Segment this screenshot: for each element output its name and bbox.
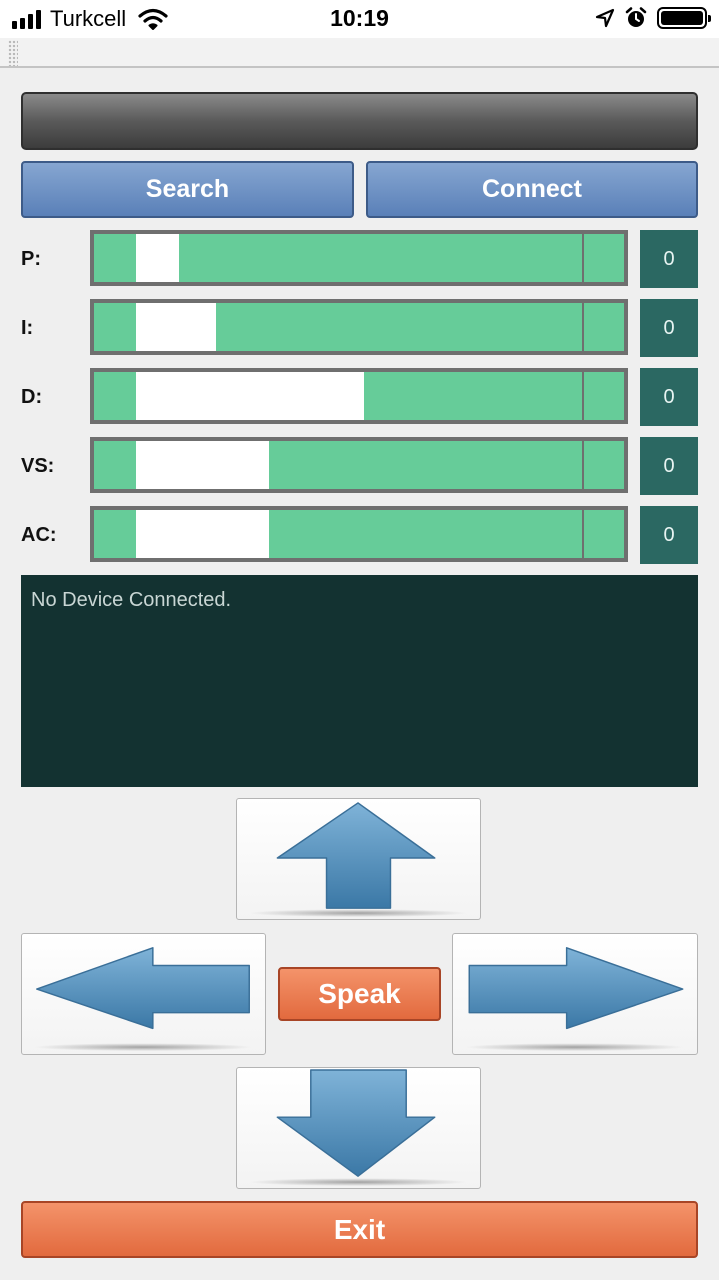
slider-i[interactable] [90,299,628,355]
slider-end-marker [582,510,584,558]
slider-end-marker [582,372,584,420]
slider-end-marker [582,303,584,351]
down-arrow-icon [249,1069,467,1187]
left-arrow-icon [34,947,252,1052]
connect-button[interactable]: Connect [366,161,698,218]
speak-button[interactable]: Speak [278,967,441,1021]
device-display [21,92,698,150]
up-arrow-icon [249,802,467,918]
value-box-d: 0 [640,368,698,426]
value-box-ac: 0 [640,506,698,564]
value-box-vs: 0 [640,437,698,495]
slider-thumb-i[interactable] [136,303,216,351]
slider-end-marker [582,441,584,489]
slider-vs[interactable] [90,437,628,493]
right-arrow-icon [466,947,684,1052]
drag-handle-icon[interactable] [8,40,18,66]
slider-thumb-d[interactable] [136,372,365,420]
location-arrow-icon [595,8,615,28]
slider-end-marker [582,234,584,282]
slider-thumb-p[interactable] [136,234,179,282]
slider-thumb-vs[interactable] [136,441,269,489]
title-bar [0,38,719,68]
slider-d[interactable] [90,368,628,424]
left-button[interactable] [21,933,266,1055]
battery-icon [657,7,711,29]
value-box-i: 0 [640,299,698,357]
slider-ac[interactable] [90,506,628,562]
slider-label-i: I: [21,317,34,339]
search-button[interactable]: Search [21,161,354,218]
alarm-clock-icon [625,7,647,27]
slider-label-d: D: [21,386,43,408]
slider-label-ac: AC: [21,524,57,546]
down-button[interactable] [236,1067,481,1189]
exit-button[interactable]: Exit [21,1201,698,1258]
value-box-p: 0 [640,230,698,288]
slider-p[interactable] [90,230,628,286]
status-right [595,7,711,29]
right-button[interactable] [452,933,698,1055]
slider-thumb-ac[interactable] [136,510,269,558]
slider-label-vs: VS: [21,455,55,477]
console-message: No Device Connected. [31,589,232,611]
status-bar: Turkcell 10:19 [0,0,719,38]
console-output: No Device Connected. [21,575,698,787]
slider-label-p: P: [21,248,41,270]
up-button[interactable] [236,798,481,920]
